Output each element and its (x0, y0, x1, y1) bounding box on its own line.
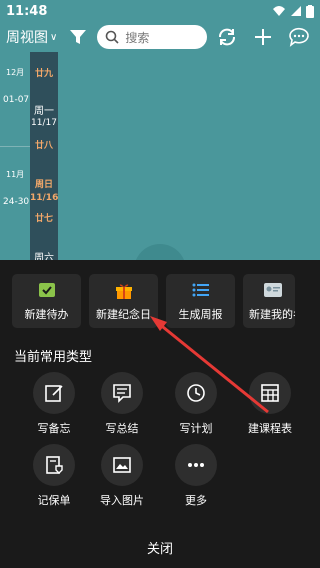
new-anniversary-button[interactable]: 新建纪念日 (89, 274, 158, 328)
status-bar: 11:48 (0, 0, 320, 22)
type-label: 写总结 (105, 422, 139, 435)
chat-icon[interactable] (288, 26, 310, 48)
week-calendar: 12月 01-07 11月 24-30 廿九 周一 11/17 廿八 周日 11… (0, 52, 320, 264)
quick-action-label: 生成周报 (178, 308, 223, 321)
more-icon (188, 463, 204, 467)
month-label: 11月 (6, 170, 25, 179)
add-icon[interactable] (252, 26, 274, 48)
quick-actions: 新建待办 新建纪念日 生成周报 新建我的名片 (12, 274, 295, 328)
status-time: 11:48 (6, 3, 48, 19)
type-label: 更多 (185, 494, 207, 507)
quick-action-label: 新建待办 (24, 308, 69, 321)
schedule-grid-icon (261, 384, 279, 402)
list-icon (192, 283, 209, 297)
type-label: 导入图片 (100, 494, 144, 507)
quick-action-label: 新建我的名片 (249, 308, 295, 321)
quick-action-label: 新建纪念日 (96, 308, 151, 321)
top-toolbar: 周视图 ∨ 搜索 (0, 22, 320, 52)
lunar-date: 廿七 (34, 214, 53, 224)
record-policy-button[interactable]: 记保单 (22, 444, 86, 508)
weekday-label: 周一 (34, 106, 54, 117)
clock-icon (187, 384, 205, 402)
card-icon (264, 283, 282, 297)
lunar-date: 廿九 (34, 69, 53, 79)
signal-icon (291, 6, 301, 16)
type-label: 写备忘 (37, 422, 71, 435)
memo-icon (45, 385, 63, 402)
create-timetable-button[interactable]: 建课程表 (238, 372, 302, 436)
generate-weekly-report-button[interactable]: 生成周报 (166, 274, 235, 328)
new-business-card-button[interactable]: 新建我的名片 (243, 274, 295, 328)
sync-icon[interactable] (216, 26, 238, 48)
view-switch-dropdown[interactable]: 周视图 ∨ (6, 27, 57, 47)
search-input[interactable]: 搜索 (97, 25, 208, 49)
section-title: 当前常用类型 (14, 350, 93, 365)
day-strip[interactable]: 廿九 周一 11/17 廿八 周日 11/16 廿七 周六 (30, 52, 59, 264)
lunar-date: 廿八 (34, 141, 53, 151)
write-summary-button[interactable]: 写总结 (90, 372, 154, 436)
write-plan-button[interactable]: 写计划 (164, 372, 228, 436)
close-button[interactable]: 关闭 (0, 538, 320, 557)
import-image-button[interactable]: 导入图片 (90, 444, 154, 508)
gift-icon (115, 284, 132, 299)
system-icons (272, 4, 314, 18)
policy-icon (46, 456, 63, 474)
type-label: 记保单 (37, 494, 71, 507)
image-icon (113, 457, 131, 473)
summary-icon (113, 384, 131, 403)
week-range-label: 01-07 (3, 95, 30, 105)
date-label: 11/16 (30, 193, 59, 203)
create-bottom-sheet: 新建待办 新建纪念日 生成周报 新建我的名片 当前常用类型 写备忘 写总结 写计… (0, 260, 320, 568)
new-todo-button[interactable]: 新建待办 (12, 274, 81, 328)
chevron-down-icon: ∨ (50, 31, 58, 43)
search-icon (106, 30, 119, 44)
search-placeholder: 搜索 (125, 30, 150, 45)
type-label: 写计划 (179, 422, 213, 435)
type-label: 建课程表 (248, 422, 292, 435)
battery-icon (306, 4, 314, 18)
wifi-icon (273, 6, 285, 16)
month-label: 12月 (6, 68, 25, 77)
week-range-label: 24-30 (3, 197, 30, 207)
view-label: 周视图 (6, 30, 48, 46)
date-label: 11/17 (31, 118, 57, 128)
week-range-column: 12月 01-07 11月 24-30 (0, 52, 30, 260)
filter-icon[interactable] (69, 28, 87, 46)
todo-icon (38, 283, 55, 297)
weekday-label: 周日 (34, 180, 53, 190)
week-divider (0, 146, 30, 147)
more-button[interactable]: 更多 (164, 444, 228, 508)
write-memo-button[interactable]: 写备忘 (22, 372, 86, 436)
